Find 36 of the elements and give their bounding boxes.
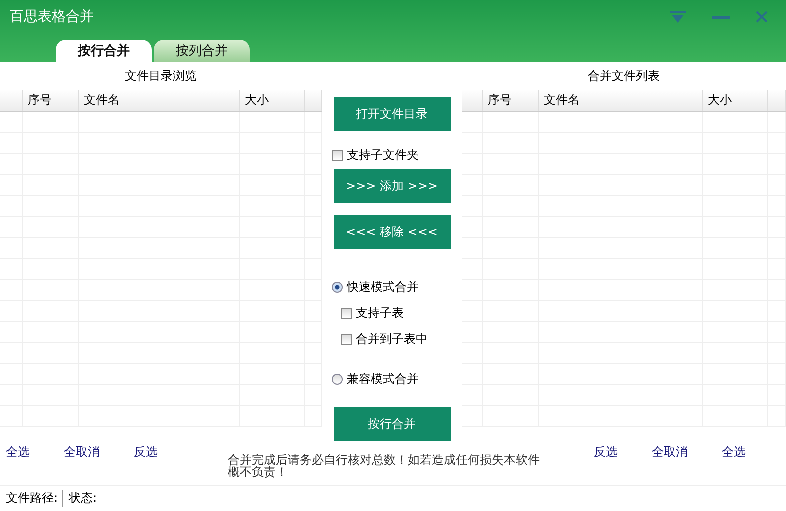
- select-link[interactable]: 全选: [6, 444, 30, 461]
- tab[interactable]: 按行合并: [56, 40, 152, 62]
- column-header[interactable]: 大小: [240, 90, 305, 111]
- tab[interactable]: 按列合并: [154, 40, 250, 62]
- action-button[interactable]: <<< 移除 <<<: [334, 215, 450, 249]
- column-header[interactable]: 序号: [23, 90, 79, 111]
- dropdown-icon[interactable]: [670, 11, 686, 23]
- column-header[interactable]: 文件名: [79, 90, 240, 111]
- select-link[interactable]: 反选: [134, 444, 158, 461]
- window-title: 百思表格合并: [10, 8, 95, 26]
- radio-button[interactable]: [332, 282, 343, 292]
- select-link[interactable]: 全选: [722, 444, 746, 461]
- warning-notice: 合并完成后请务必自行核对总数！如若造成任何损失本软件概不负责！: [228, 454, 541, 478]
- radio-button[interactable]: [332, 374, 343, 384]
- close-icon[interactable]: [756, 11, 768, 23]
- checkbox[interactable]: [341, 308, 352, 318]
- panel-title: 文件目录浏览: [124, 68, 198, 84]
- radio-label: 兼容模式合并: [347, 370, 419, 388]
- checkbox-label: 支持子表: [356, 304, 404, 322]
- select-link[interactable]: 全取消: [64, 444, 100, 461]
- action-button[interactable]: >>> 添加 >>>: [334, 169, 450, 203]
- checkbox-label: 合并到子表中: [356, 330, 428, 348]
- status-label: 状态:: [68, 490, 98, 507]
- action-button[interactable]: 打开文件目录: [334, 97, 450, 131]
- checkbox[interactable]: [341, 334, 352, 344]
- column-header[interactable]: 文件名: [539, 90, 703, 111]
- column-header[interactable]: 大小: [703, 90, 768, 111]
- column-header[interactable]: 序号: [483, 90, 539, 111]
- checkbox-label: 支持子文件夹: [347, 146, 419, 164]
- checkbox[interactable]: [332, 150, 343, 160]
- path-label: 文件路径:: [0, 490, 64, 507]
- select-link[interactable]: 全取消: [652, 444, 688, 461]
- radio-label: 快速模式合并: [347, 278, 419, 296]
- action-button[interactable]: 按行合并: [334, 407, 450, 441]
- panel-title: 合并文件列表: [587, 68, 661, 84]
- select-link[interactable]: 反选: [594, 444, 618, 461]
